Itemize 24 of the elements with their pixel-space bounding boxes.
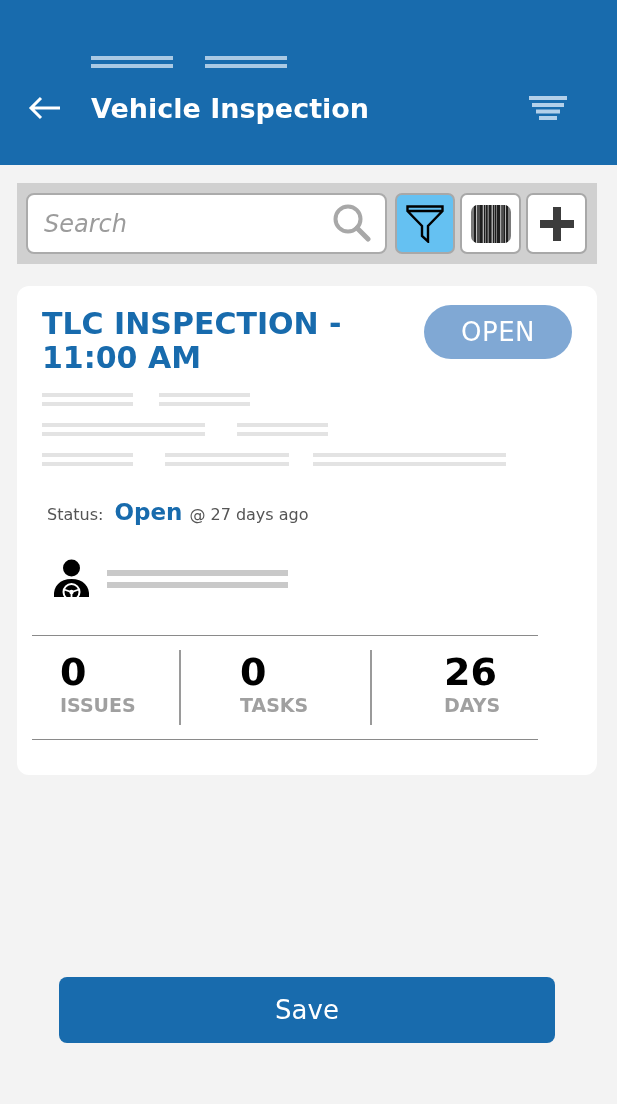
status-time: @ 27 days ago — [189, 505, 309, 524]
filter-button[interactable] — [394, 193, 456, 254]
status-value: Open — [114, 499, 183, 525]
stat-value: 26 — [444, 651, 497, 693]
status-badge: OPEN — [424, 305, 572, 359]
page-title: Vehicle Inspection — [91, 92, 370, 124]
stat-label: ISSUES — [60, 693, 136, 717]
status-label: Status: — [47, 505, 104, 524]
funnel-icon — [406, 204, 445, 243]
inspection-title: TLC INSPECTION - 11:00 AM — [42, 307, 343, 375]
sort-icon[interactable] — [529, 96, 567, 120]
stat-label: DAYS — [444, 693, 501, 717]
barcode-icon — [470, 204, 511, 243]
search-field[interactable]: Search — [26, 193, 387, 254]
search-icon — [332, 204, 371, 242]
driver-icon — [53, 559, 90, 598]
add-button[interactable] — [526, 193, 587, 254]
save-button[interactable]: Save — [59, 977, 555, 1043]
back-icon[interactable] — [28, 96, 61, 120]
plus-icon — [539, 206, 574, 241]
stat-value: 0 — [60, 651, 87, 693]
barcode-button[interactable] — [460, 193, 522, 254]
stat-value: 0 — [240, 651, 267, 693]
stat-label: TASKS — [240, 693, 309, 717]
